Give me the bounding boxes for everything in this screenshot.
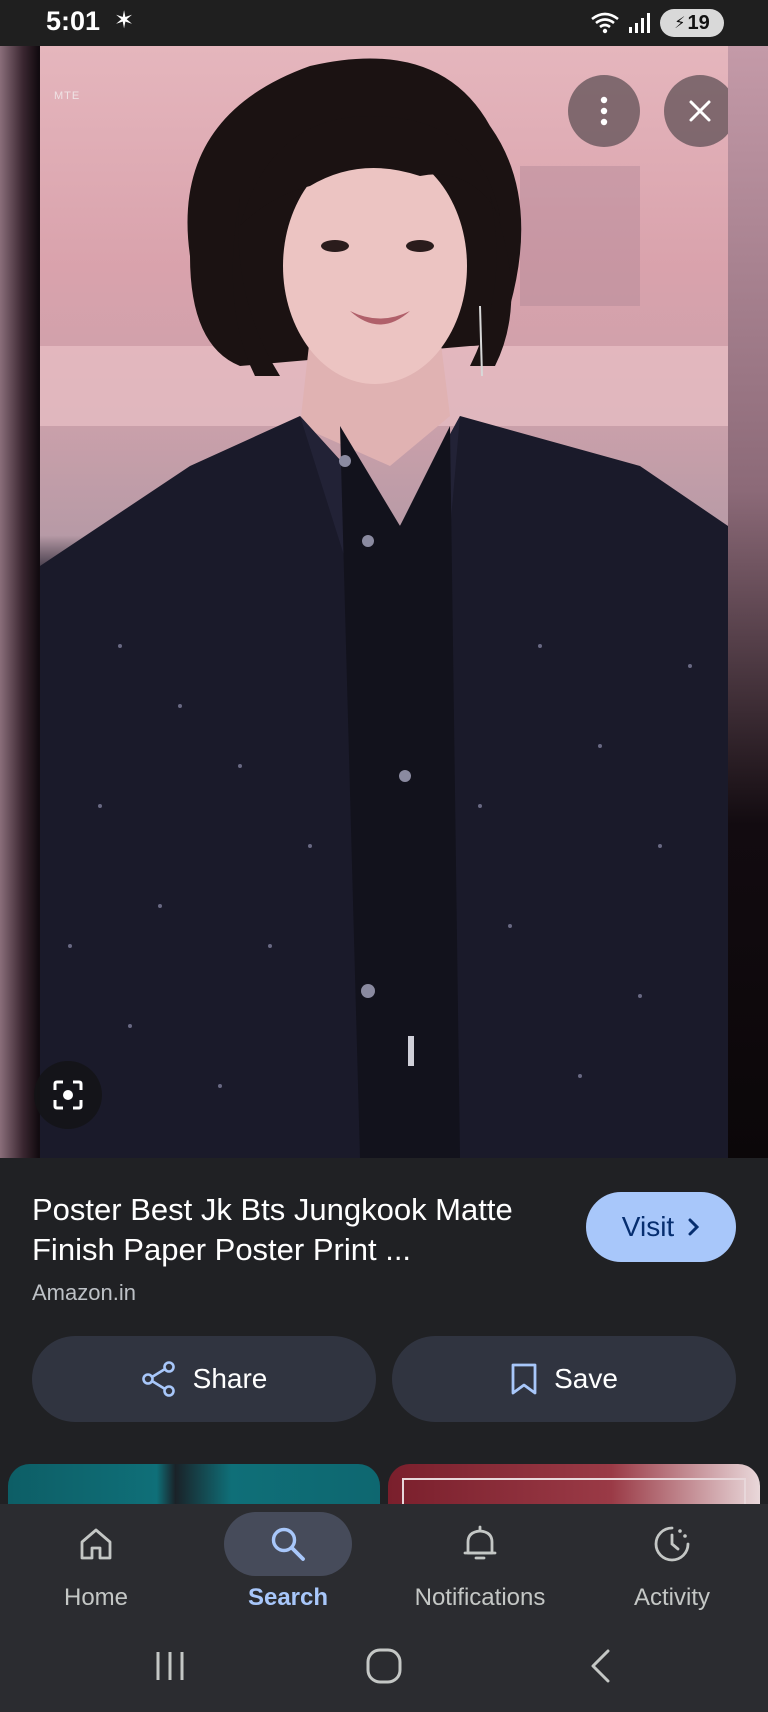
nav-search-label: Search — [247, 1584, 329, 1611]
visit-button[interactable]: Visit — [586, 1192, 736, 1262]
save-button[interactable]: Save — [392, 1336, 736, 1422]
nav-search-icon-wrap — [224, 1512, 352, 1576]
status-indicators: ⚡ 19 — [590, 9, 724, 37]
wifi-icon — [591, 12, 619, 34]
activity-icon — [654, 1526, 690, 1562]
bottom-navigation: Home Search Notifications Activity — [0, 1504, 768, 1620]
charging-icon: ⚡ — [674, 15, 686, 32]
nav-activity[interactable]: Activity — [576, 1512, 768, 1616]
chevron-right-icon — [688, 1218, 700, 1236]
bookmark-icon — [511, 1363, 537, 1395]
watermark: MTE — [54, 90, 81, 102]
recents-button[interactable] — [146, 1644, 194, 1688]
nav-activity-icon-wrap — [608, 1512, 736, 1576]
lens-icon — [53, 1080, 83, 1110]
back-icon — [591, 1649, 610, 1683]
lens-search-button[interactable] — [34, 1061, 102, 1129]
result-info: Poster Best Jk Bts Jungkook Matte Finish… — [0, 1158, 768, 1498]
battery-indicator: ⚡ 19 — [660, 9, 724, 37]
search-icon — [271, 1527, 305, 1561]
nav-home[interactable]: Home — [0, 1512, 192, 1616]
share-button[interactable]: Share — [32, 1336, 376, 1422]
circle-home-icon — [366, 1648, 402, 1684]
system-navigation-bar — [0, 1620, 768, 1712]
more-vert-icon — [600, 96, 608, 126]
related-result-thumbnail[interactable] — [388, 1464, 760, 1504]
visit-label: Visit — [621, 1211, 675, 1242]
share-icon — [141, 1361, 175, 1397]
related-result-thumbnail[interactable] — [8, 1464, 380, 1504]
sparkle-icon: ✶ — [114, 7, 135, 34]
nav-notifications-icon-wrap — [416, 1512, 544, 1576]
status-time: 5:01 — [46, 6, 101, 36]
bell-icon — [463, 1525, 497, 1560]
nav-notifications[interactable]: Notifications — [384, 1512, 576, 1616]
status-bar: 5:01 ✶ ⚡ 19 — [0, 0, 768, 46]
nav-notifications-label: Notifications — [414, 1584, 546, 1611]
nav-home-icon-wrap — [32, 1512, 160, 1576]
nav-activity-label: Activity — [633, 1584, 710, 1611]
more-options-button[interactable] — [568, 75, 640, 147]
share-label: Share — [192, 1363, 268, 1394]
close-icon — [689, 100, 711, 122]
battery-level: 19 — [687, 11, 710, 34]
portrait-illustration — [40, 58, 728, 1158]
home-system-button[interactable] — [360, 1644, 408, 1688]
home-icon — [80, 1528, 112, 1560]
signal-icon — [629, 13, 650, 33]
recents-icon — [156, 1652, 184, 1680]
image-viewer[interactable]: MTE — [0, 46, 768, 1158]
result-image[interactable]: MTE — [40, 46, 728, 1158]
result-source[interactable]: Amazon.in — [32, 1280, 136, 1306]
nav-search[interactable]: Search — [192, 1512, 384, 1616]
close-button[interactable] — [664, 75, 736, 147]
save-label: Save — [554, 1363, 618, 1394]
back-button[interactable] — [576, 1644, 624, 1688]
result-title[interactable]: Poster Best Jk Bts Jungkook Matte Finish… — [32, 1190, 572, 1270]
nav-home-label: Home — [63, 1584, 129, 1611]
